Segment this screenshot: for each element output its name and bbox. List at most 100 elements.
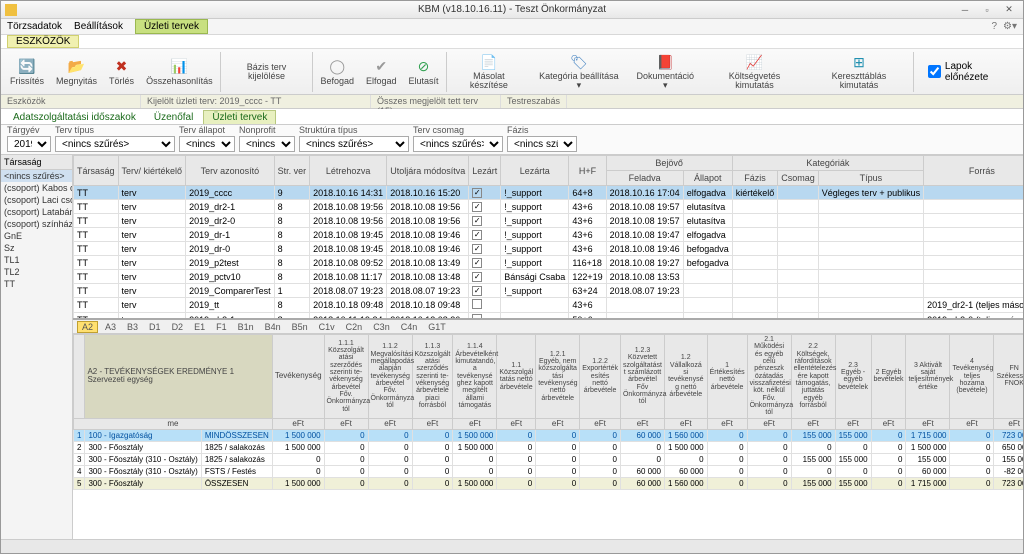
titlebar: KBM (v18.10.16.11) - Teszt Önkormányzat …: [1, 1, 1023, 19]
plan-row[interactable]: TTterv2019_dr3-182018.10.11 19:242018.10…: [74, 313, 1024, 321]
approve-button[interactable]: ✔Elfogad: [363, 56, 400, 88]
sheet-tab[interactable]: G1T: [424, 322, 450, 332]
plan-row[interactable]: TTterv2019_pctv1082018.10.08 11:172018.1…: [74, 270, 1024, 284]
company-tree-item[interactable]: TL2: [1, 266, 72, 278]
reject-icon: ⊘: [415, 58, 433, 76]
refresh-icon: 🔄: [18, 58, 36, 76]
refresh-button[interactable]: 🔄Frissítés: [7, 56, 47, 88]
copy-button[interactable]: 📄Másolat készítése: [451, 51, 528, 92]
filter-nonprofit[interactable]: <nincs szűrés>: [239, 136, 295, 152]
company-tree-item[interactable]: GnE: [1, 230, 72, 242]
company-tree-item[interactable]: <nincs szűrés>: [1, 170, 72, 182]
company-tree-item[interactable]: Sz: [1, 242, 72, 254]
documentation-button[interactable]: 📕Dokumentáció ▾: [630, 51, 699, 92]
copy-icon: 📄: [480, 53, 498, 71]
tab-uzleti-tervek[interactable]: Üzleti tervek: [203, 110, 276, 124]
sheet-tab[interactable]: C1v: [315, 322, 339, 332]
preview-checkbox[interactable]: Lapok előnézete: [928, 61, 1017, 83]
sheet-tab[interactable]: B1n: [234, 322, 258, 332]
sheet-tab[interactable]: A3: [101, 322, 120, 332]
sheet-tab[interactable]: E1: [190, 322, 209, 332]
delete-icon: ✖: [113, 58, 131, 76]
menu-beallitasok[interactable]: Beállítások: [74, 21, 123, 32]
open-button[interactable]: 📂Megnyitás: [53, 56, 100, 88]
filter-phase[interactable]: <nincs szűrés>: [507, 136, 577, 152]
close-button[interactable]: ✕: [999, 3, 1019, 17]
compare-button[interactable]: 📊Összehasonlítás: [143, 56, 216, 88]
menubar: Törzsadatok Beállítások Üzleti tervek ? …: [1, 19, 1023, 35]
sheet-tab[interactable]: A2: [77, 321, 98, 333]
sheet-row[interactable]: 2300 - Főosztály1825 / salakozás1 500 00…: [74, 442, 1024, 454]
company-tree-panel: Társaság <nincs szűrés>(csoport) Kabos c…: [1, 155, 73, 539]
ribbon-tab-eszkozok[interactable]: ESZKÖZÖK: [7, 35, 79, 48]
window-title: KBM (v18.10.16.11) - Teszt Önkormányzat: [418, 4, 606, 15]
filter-year[interactable]: 2019: [7, 136, 51, 152]
compare-icon: 📊: [170, 58, 188, 76]
company-tree-item[interactable]: (csoport) színházak nagy...: [1, 218, 72, 230]
document-icon: 📕: [656, 53, 674, 71]
company-tree-item[interactable]: (csoport) Laci csoport: [1, 194, 72, 206]
accept-icon: ◯: [328, 58, 346, 76]
company-tree-item[interactable]: TL1: [1, 254, 72, 266]
plan-row[interactable]: TTterv2019_dr-182018.10.08 19:452018.10.…: [74, 228, 1024, 242]
settings-dropdown-icon[interactable]: ⚙▾: [1003, 21, 1017, 32]
sheet-tab[interactable]: B3: [123, 322, 142, 332]
sheet-tab[interactable]: C2n: [342, 322, 367, 332]
folder-open-icon: 📂: [68, 58, 86, 76]
menu-uzleti-tervek[interactable]: Üzleti tervek: [135, 19, 208, 34]
sheet-row[interactable]: 3300 - Főosztály (310 - Osztály)1825 / s…: [74, 454, 1024, 466]
sheet-tab[interactable]: C3n: [369, 322, 394, 332]
app-icon: [5, 4, 17, 16]
plan-row[interactable]: TTterv2019_dr-082018.10.08 19:452018.10.…: [74, 242, 1024, 256]
plan-row[interactable]: TTterv2019_dr2-082018.10.08 19:562018.10…: [74, 214, 1024, 228]
sheet-row[interactable]: 1100 - IgazgatóságMINDÖSSZESEN1 500 0000…: [74, 430, 1024, 442]
customize-label: Testreszabás: [501, 95, 567, 108]
delete-button[interactable]: ✖Törlés: [106, 56, 137, 88]
minimize-button[interactable]: ─: [955, 3, 975, 17]
plan-row[interactable]: TTterv2019_dr2-182018.10.08 19:562018.10…: [74, 200, 1024, 214]
budget-button[interactable]: 📈Költségvetés kimutatás: [706, 51, 803, 92]
company-tree-header: Társaság: [1, 155, 72, 170]
sheet-tab[interactable]: B4n: [261, 322, 285, 332]
tab-adatszolgaltatas[interactable]: Adatszolgáltatási időszakok: [5, 111, 144, 124]
plans-grid[interactable]: TársaságTerv/ kiértékelőTerv azonosítóSt…: [73, 155, 1023, 320]
statusbar: [1, 539, 1023, 553]
sheet-tab[interactable]: D1: [145, 322, 165, 332]
help-icon[interactable]: ?: [991, 21, 997, 32]
data-sheet[interactable]: A2 - TEVÉKENYSÉGEK EREDMÉNYE 1Szervezeti…: [73, 334, 1023, 539]
category-icon: 🏷: [570, 53, 588, 71]
plan-row[interactable]: TTterv2019_cccc92018.10.16 14:312018.10.…: [74, 186, 1024, 200]
filter-plan-package[interactable]: <nincs szűrés>: [413, 136, 503, 152]
category-button[interactable]: 🏷Kategória beállítása ▾: [533, 51, 624, 92]
company-tree-item[interactable]: (csoport) Kabos csoport: [1, 182, 72, 194]
basic-plan-button[interactable]: Bázis terv kijelölése: [225, 61, 309, 83]
tab-uzenofal[interactable]: Üzenőfal: [146, 111, 201, 124]
ribbon: 🔄Frissítés 📂Megnyitás ✖Törlés 📊Összehaso…: [1, 49, 1023, 95]
all-marked-label: Összes megjelölt tett terv (15): [371, 95, 501, 108]
sheet-tab[interactable]: D2: [168, 322, 188, 332]
maximize-button[interactable]: ▫: [977, 3, 997, 17]
sheet-tab[interactable]: C4n: [397, 322, 422, 332]
check-icon: ✔: [372, 58, 390, 76]
sheet-tab[interactable]: F1: [212, 322, 231, 332]
sheet-tab[interactable]: B5n: [288, 322, 312, 332]
selected-plan-label: Kijelölt üzleti terv: 2019_cccc - TT: [141, 95, 371, 108]
filter-plan-state[interactable]: <nincs szűrés>: [179, 136, 235, 152]
budget-icon: 📈: [745, 53, 763, 71]
plan-row[interactable]: TTterv2019_ComparerTest12018.08.07 19:23…: [74, 284, 1024, 298]
accept-button[interactable]: ◯Befogad: [317, 56, 357, 88]
plan-row[interactable]: TTterv2019_tt82018.10.18 09:482018.10.18…: [74, 298, 1024, 313]
ribbon-group-label-tools: Eszközök: [1, 95, 141, 108]
crosstab-icon: ⊞: [850, 53, 868, 71]
filter-plan-type[interactable]: <nincs szűrés>: [55, 136, 175, 152]
company-tree-item[interactable]: (csoport) Latabár Csoport: [1, 206, 72, 218]
sheet-row[interactable]: 4300 - Főosztály (310 - Osztály)FSTS / F…: [74, 466, 1024, 478]
crosstab-button[interactable]: ⊞Kereszttáblás kimutatás: [809, 51, 909, 92]
reject-button[interactable]: ⊘Elutasít: [406, 56, 442, 88]
sheet-row[interactable]: 5300 - FőosztályÖSSZESEN1 500 0000001 50…: [74, 478, 1024, 490]
filter-structure-type[interactable]: <nincs szűrés>: [299, 136, 409, 152]
company-tree-item[interactable]: TT: [1, 278, 72, 290]
filter-bar: Tárgyév2019 Terv típus<nincs szűrés> Ter…: [1, 125, 1023, 155]
plan-row[interactable]: TTterv2019_p2test82018.10.08 09:522018.1…: [74, 256, 1024, 270]
menu-torzsadatok[interactable]: Törzsadatok: [7, 21, 62, 32]
